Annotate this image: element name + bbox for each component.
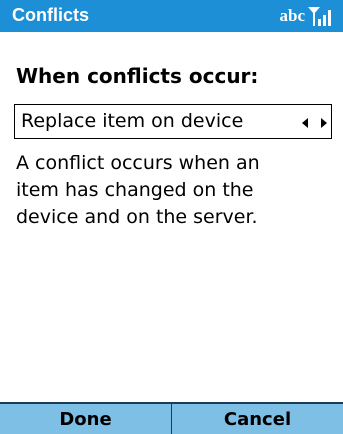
- cancel-button[interactable]: Cancel: [172, 404, 343, 434]
- description-line: device and on the server.: [16, 206, 258, 228]
- description-line: A conflict occurs when an: [16, 152, 260, 174]
- arrow-left-icon[interactable]: [302, 118, 308, 128]
- conflicts-heading: When conflicts occur:: [16, 64, 259, 88]
- done-button[interactable]: Done: [0, 404, 172, 434]
- softkey-bar: Done Cancel: [0, 402, 343, 434]
- description-line: item has changed on the: [16, 179, 254, 201]
- page-title: Conflicts: [12, 5, 90, 25]
- input-mode-indicator[interactable]: abc: [280, 6, 306, 26]
- spinner-value: Replace item on device: [21, 110, 244, 132]
- conflict-description: A conflict occurs when an item has chang…: [16, 150, 316, 231]
- title-bar: Conflicts abc: [0, 0, 343, 32]
- conflict-resolution-spinner[interactable]: Replace item on device: [14, 104, 332, 139]
- arrow-right-icon[interactable]: [321, 118, 327, 128]
- signal-strength-icon: [308, 7, 331, 26]
